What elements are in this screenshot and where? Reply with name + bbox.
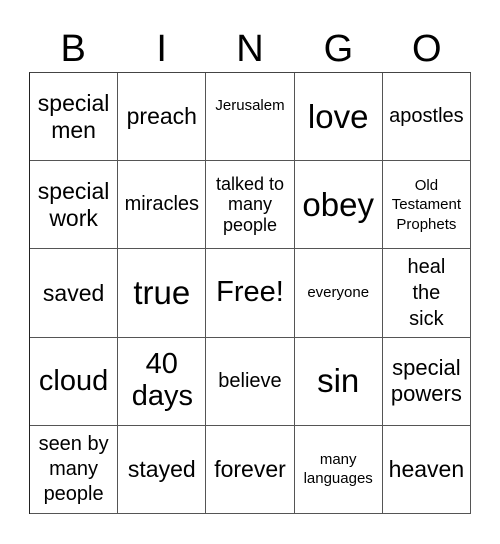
- bingo-cell[interactable]: Jerusalem: [206, 73, 295, 162]
- cell-text: special men: [37, 90, 110, 143]
- header-letter-i: I: [156, 28, 167, 70]
- bingo-cell[interactable]: believe: [206, 337, 295, 426]
- cell-text: Free!: [216, 276, 284, 309]
- cell-text: seen by many people: [38, 432, 109, 505]
- cell-text: preach: [126, 103, 197, 130]
- bingo-cell[interactable]: stayed: [118, 425, 207, 514]
- bingo-cell[interactable]: heal the sick: [382, 249, 471, 338]
- bingo-header: B I N G O: [29, 26, 471, 72]
- cell-text: special powers: [390, 354, 462, 407]
- bingo-cell[interactable]: forever: [206, 425, 295, 514]
- bingo-cell[interactable]: Old Testament Prophets: [382, 161, 471, 250]
- cell-text: believe: [218, 369, 282, 392]
- cell-text: everyone: [307, 284, 370, 302]
- bingo-card-grid: special men preach Jerusalem love apostl…: [29, 72, 471, 514]
- header-letter-g: G: [323, 28, 354, 70]
- cell-text: cloud: [38, 364, 109, 397]
- bingo-cell[interactable]: obey: [294, 161, 383, 250]
- bingo-cell[interactable]: everyone: [294, 249, 383, 338]
- bingo-cell[interactable]: special work: [30, 161, 119, 250]
- header-letter-b: B: [60, 28, 86, 70]
- bingo-cell[interactable]: Free!: [206, 249, 295, 338]
- cell-text: true: [133, 274, 191, 312]
- bingo-cell[interactable]: many languages: [294, 425, 383, 514]
- cell-text: forever: [214, 456, 286, 483]
- bingo-cell[interactable]: talked to many people: [206, 161, 295, 250]
- cell-text: obey: [302, 185, 374, 223]
- bingo-cell[interactable]: love: [294, 73, 383, 162]
- cell-text: stayed: [127, 456, 196, 483]
- header-letter-n: N: [236, 28, 264, 70]
- bingo-cell[interactable]: miracles: [118, 161, 207, 250]
- bingo-cell[interactable]: preach: [118, 73, 207, 162]
- cell-text: heaven: [388, 456, 465, 483]
- bingo-cell[interactable]: special powers: [382, 337, 471, 426]
- bingo-cell[interactable]: seen by many people: [30, 425, 119, 514]
- cell-text: apostles: [389, 105, 464, 128]
- cell-text: talked to many people: [215, 173, 284, 236]
- cell-text: Jerusalem: [215, 97, 285, 114]
- cell-text: miracles: [124, 193, 200, 216]
- cell-text: special work: [37, 178, 110, 231]
- bingo-cell[interactable]: apostles: [382, 73, 471, 162]
- bingo-cell[interactable]: saved: [30, 249, 119, 338]
- cell-text: Old Testament Prophets: [391, 176, 461, 233]
- cell-text: sin: [317, 362, 360, 400]
- header-letter-o: O: [412, 28, 442, 70]
- cell-text: many languages: [303, 450, 373, 488]
- bingo-cell[interactable]: 40 days: [118, 337, 207, 426]
- cell-text: love: [307, 97, 369, 135]
- cell-text: saved: [42, 279, 105, 306]
- bingo-cell[interactable]: sin: [294, 337, 383, 426]
- bingo-cell[interactable]: true: [118, 249, 207, 338]
- cell-text: 40 days: [131, 348, 194, 413]
- bingo-cell[interactable]: special men: [30, 73, 119, 162]
- cell-text: heal the sick: [407, 255, 446, 330]
- bingo-cell[interactable]: heaven: [382, 425, 471, 514]
- bingo-cell[interactable]: cloud: [30, 337, 119, 426]
